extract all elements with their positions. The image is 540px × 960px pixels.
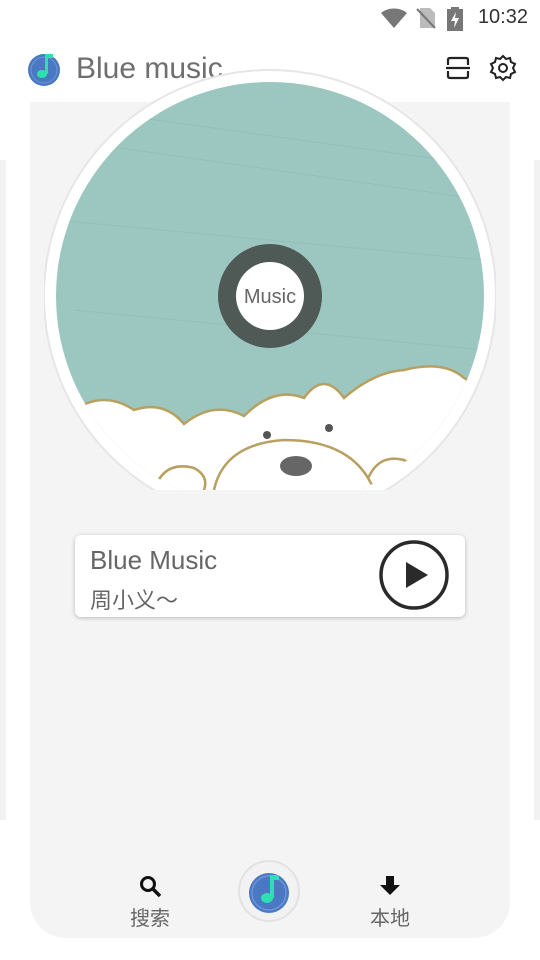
disc-label: Music — [244, 286, 296, 308]
nav-item-local[interactable]: 本地 — [350, 874, 430, 944]
song-artist: 周小义～ — [90, 589, 179, 614]
nav-item-player[interactable] — [238, 860, 300, 922]
search-icon — [140, 876, 162, 898]
now-playing-card[interactable]: Blue Music 周小义～ — [75, 535, 465, 617]
main-card: Music Blue Music 周小义～ 搜索 本地 — [30, 69, 510, 938]
bottom-nav: 搜索 本地 — [30, 842, 510, 938]
play-button[interactable] — [379, 540, 449, 610]
nav-label-search: 搜索 — [130, 906, 170, 930]
album-disc[interactable]: Music — [44, 20, 496, 490]
nav-item-search[interactable]: 搜索 — [110, 874, 190, 944]
song-title: Blue Music — [90, 545, 218, 575]
previous-page-edge — [0, 160, 6, 820]
next-page-edge — [534, 160, 540, 820]
music-note-center-icon — [238, 860, 300, 922]
nav-label-local: 本地 — [370, 906, 410, 930]
download-arrow-icon — [380, 876, 400, 895]
